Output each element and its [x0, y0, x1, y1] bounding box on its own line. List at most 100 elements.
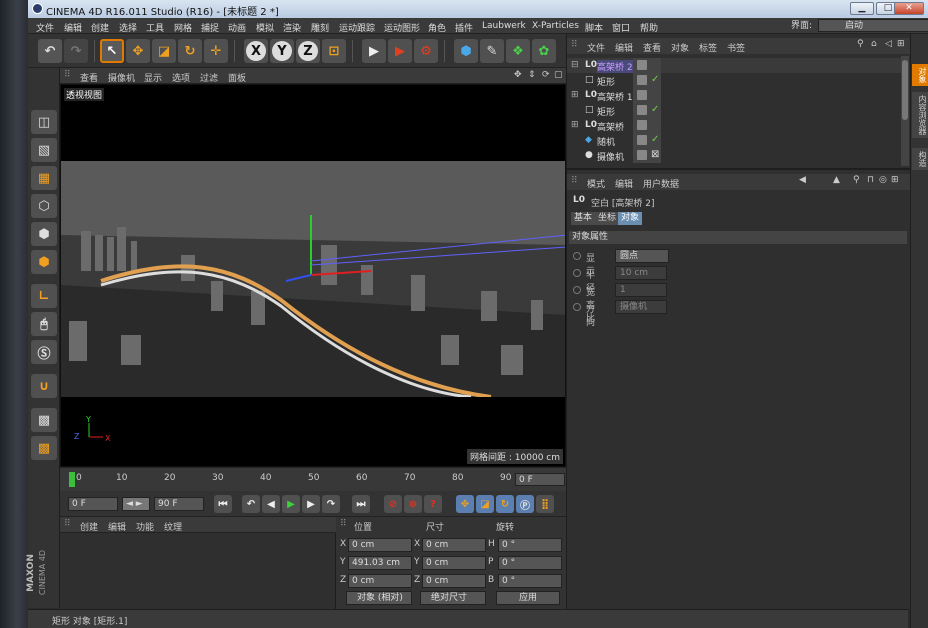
previous-frame-icon[interactable]: ◀: [262, 495, 280, 513]
render-picture-viewer-icon[interactable]: ▶: [388, 39, 412, 63]
timeline[interactable]: 0 10 20 30 40 50 60 70 80 90 0 F: [60, 467, 566, 491]
visibility-icon[interactable]: [637, 75, 647, 85]
position-z-field[interactable]: 0 cm: [348, 574, 412, 588]
object-name[interactable]: 矩形: [597, 75, 615, 88]
menu-x-particles[interactable]: X-Particles: [532, 21, 579, 31]
menu-mesh[interactable]: 网格: [174, 21, 192, 34]
workplane-lock-icon[interactable]: ▩: [31, 408, 57, 432]
size-x-field[interactable]: 0 cm: [422, 538, 486, 552]
end-frame-field[interactable]: 90 F: [154, 497, 204, 511]
solo-mode-icon[interactable]: Ⓢ: [31, 340, 57, 364]
viewport-maximize-icon[interactable]: ▢: [554, 70, 563, 80]
cube-primitive-icon[interactable]: ⬢: [454, 39, 478, 63]
expand-toggle-icon[interactable]: ⊟: [571, 60, 579, 70]
y-axis-lock-icon[interactable]: Y: [270, 39, 294, 63]
attribute-menu-mode[interactable]: 模式: [587, 177, 605, 190]
menu-motion-tracking[interactable]: 运动跟踪: [339, 21, 375, 34]
go-to-end-icon[interactable]: ⏭: [352, 495, 370, 513]
perspective-viewport[interactable]: 透视视图 Y Z X 网格间距 : 10000 cm: [60, 84, 566, 467]
points-mode-icon[interactable]: ⬡: [31, 194, 57, 218]
aspect-ratio-field[interactable]: 1: [615, 283, 667, 297]
material-menu-texture[interactable]: 纹理: [164, 520, 182, 533]
object-row[interactable]: □ 矩形 ✓: [567, 73, 901, 88]
rotation-p-field[interactable]: 0 °: [498, 556, 562, 570]
autokey-icon[interactable]: ⊛: [404, 495, 422, 513]
menu-animate[interactable]: 动画: [228, 21, 246, 34]
layout-select[interactable]: 界面: 启动: [791, 19, 928, 32]
key-scale-icon[interactable]: ◪: [476, 495, 494, 513]
side-tab-objects[interactable]: 对象: [912, 64, 928, 86]
enabled-check-icon[interactable]: ✓: [651, 134, 659, 145]
home-icon[interactable]: ⌂: [871, 39, 877, 49]
back-arrow-icon[interactable]: ◀: [799, 175, 806, 185]
menu-laubwerk[interactable]: Laubwerk: [482, 21, 526, 31]
object-scrollbar[interactable]: [901, 56, 909, 166]
key-parameter-icon[interactable]: Ⓟ: [516, 495, 534, 513]
model-mode-icon[interactable]: ▧: [31, 138, 57, 162]
visibility-icon[interactable]: [637, 60, 647, 70]
animate-radio-icon[interactable]: [573, 269, 581, 277]
search-icon[interactable]: ⚲: [857, 39, 864, 49]
scale-tool-icon[interactable]: ◪: [152, 39, 176, 63]
make-editable-icon[interactable]: ◫: [31, 110, 57, 134]
new-panel-icon[interactable]: ⊞: [891, 175, 899, 185]
tab-basic[interactable]: 基本: [571, 212, 596, 225]
menu-tools[interactable]: 工具: [146, 21, 164, 34]
menu-help[interactable]: 帮助: [640, 21, 658, 34]
undo-icon[interactable]: ↶: [38, 39, 62, 63]
menu-sculpt[interactable]: 雕刻: [311, 21, 329, 34]
live-select-icon[interactable]: ↖: [100, 39, 124, 63]
subdivision-surface-icon[interactable]: ❖: [506, 39, 530, 63]
current-frame-field[interactable]: 0 F: [68, 497, 118, 511]
visibility-icon[interactable]: [637, 135, 647, 145]
size-z-field[interactable]: 0 cm: [422, 574, 486, 588]
close-button[interactable]: ✕: [894, 2, 924, 15]
timeline-end-field[interactable]: 0 F: [515, 473, 565, 486]
enabled-check-icon[interactable]: ✓: [651, 74, 659, 85]
back-icon[interactable]: ◁: [885, 39, 892, 49]
position-x-field[interactable]: 0 cm: [348, 538, 412, 552]
x-axis-lock-icon[interactable]: X: [244, 39, 268, 63]
visibility-icon[interactable]: [637, 120, 647, 130]
previous-key-icon[interactable]: ↶: [242, 495, 260, 513]
object-name[interactable]: 摄像机: [597, 150, 624, 163]
play-icon[interactable]: ▶: [282, 495, 300, 513]
spline-pen-icon[interactable]: ✎: [480, 39, 504, 63]
object-name[interactable]: 随机: [597, 135, 615, 148]
object-menu-edit[interactable]: 编辑: [615, 41, 633, 54]
edges-mode-icon[interactable]: ⬢: [31, 222, 57, 246]
object-menu-tags[interactable]: 标签: [699, 41, 717, 54]
enabled-check-icon[interactable]: ✓: [651, 104, 659, 115]
object-row[interactable]: □ 矩形 ✓: [567, 103, 901, 118]
object-name[interactable]: 高架桥 2: [597, 60, 633, 73]
menu-select[interactable]: 选择: [119, 21, 137, 34]
viewport-menu-filter[interactable]: 过滤: [200, 71, 218, 84]
animate-radio-icon[interactable]: [573, 252, 581, 260]
redo-icon[interactable]: ↷: [64, 39, 88, 63]
settings-icon[interactable]: ◎: [879, 175, 887, 185]
object-name[interactable]: 高架桥: [597, 120, 624, 133]
object-row[interactable]: ● 摄像机 ⊠: [567, 148, 901, 163]
menu-snap[interactable]: 捕捉: [201, 21, 219, 34]
tab-object[interactable]: 对象: [618, 212, 643, 225]
menu-mograph[interactable]: 运动图形: [384, 21, 420, 34]
z-axis-lock-icon[interactable]: Z: [296, 39, 320, 63]
menu-edit[interactable]: 编辑: [64, 21, 82, 34]
menu-script[interactable]: 脚本: [585, 21, 603, 34]
expand-icon[interactable]: ⊞: [897, 39, 905, 49]
key-position-icon[interactable]: ✥: [456, 495, 474, 513]
object-row[interactable]: ◆ 随机 ✓: [567, 133, 901, 148]
camera-tag-icon[interactable]: ⊠: [651, 149, 659, 160]
coords-size-mode-select[interactable]: 绝对尺寸: [420, 591, 486, 605]
record-keys-icon[interactable]: ⊘: [384, 495, 402, 513]
material-menu-edit[interactable]: 编辑: [108, 520, 126, 533]
rotation-h-field[interactable]: 0 °: [498, 538, 562, 552]
object-row[interactable]: ⊟ L0 高架桥 2: [567, 58, 901, 73]
minimize-button[interactable]: ▁: [850, 2, 874, 15]
attribute-menu-edit[interactable]: 编辑: [615, 177, 633, 190]
animate-radio-icon[interactable]: [573, 286, 581, 294]
cloner-icon[interactable]: ✿: [532, 39, 556, 63]
tab-coordinates[interactable]: 坐标: [595, 212, 620, 225]
next-key-icon[interactable]: ↷: [322, 495, 340, 513]
viewport-menu-panel[interactable]: 面板: [228, 71, 246, 84]
